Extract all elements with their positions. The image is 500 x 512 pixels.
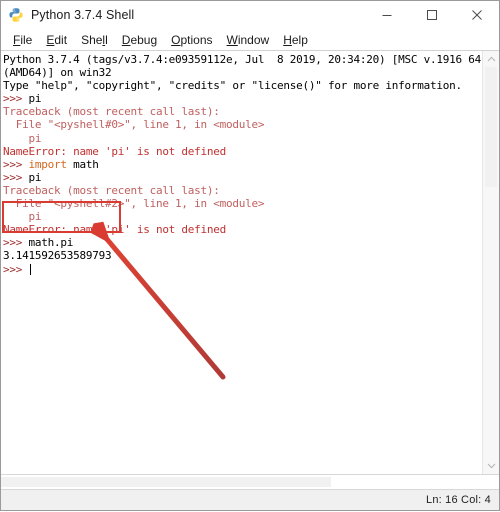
shell-line: Traceback (most recent call last): xyxy=(3,105,482,118)
shell-line: >>> xyxy=(3,263,482,276)
python-shell-window: Python 3.7.4 Shell File Edit Shell Debug Opt xyxy=(0,0,500,511)
shell-text-segment: Traceback (most recent call last): xyxy=(3,183,220,197)
shell-text-segment: pi xyxy=(28,92,42,106)
shell-line: >>> import math xyxy=(3,158,482,171)
python-logo-icon xyxy=(8,7,24,23)
shell-text-segment: NameError: name 'pi' is not defined xyxy=(3,144,227,158)
vertical-scrollbar[interactable] xyxy=(482,51,499,474)
horizontal-scrollbar-thumb[interactable] xyxy=(1,477,331,487)
shell-line: File "<pyshell#0>", line 1, in <module> xyxy=(3,118,482,131)
shell-line: >>> pi xyxy=(3,171,482,184)
close-icon[interactable] xyxy=(454,1,499,29)
menu-accelerator: E xyxy=(46,33,55,47)
menu-item-window[interactable]: Window xyxy=(220,31,277,49)
shell-line: File "<pyshell#2>", line 1, in <module> xyxy=(3,197,482,210)
shell-text-segment: >>> xyxy=(3,236,29,250)
shell-text-segment: File "<pyshell#0>", line 1, in <module> xyxy=(3,118,265,132)
menu-item-shell[interactable]: Shell xyxy=(74,31,115,49)
chevron-up-icon[interactable] xyxy=(483,51,499,67)
vertical-scrollbar-thumb[interactable] xyxy=(485,67,497,187)
shell-line: pi xyxy=(3,210,482,223)
shell-text-segment: pi xyxy=(3,210,42,224)
shell-text-segment: >>> xyxy=(3,262,29,276)
shell-text-segment: >>> xyxy=(3,92,29,106)
shell-line: Traceback (most recent call last): xyxy=(3,184,482,197)
shell-line: pi xyxy=(3,132,482,145)
shell-line: >>> math.pi xyxy=(3,236,482,249)
shell-text-segment: (AMD64)] on win32 xyxy=(3,66,112,80)
menu-accelerator: D xyxy=(121,33,131,47)
shell-line: >>> pi xyxy=(3,92,482,105)
shell-text-output[interactable]: Python 3.7.4 (tags/v3.7.4:e09359112e, Ju… xyxy=(1,51,482,474)
shell-line: (AMD64)] on win32 xyxy=(3,66,482,79)
shell-text-segment: import xyxy=(28,157,68,171)
window-controls xyxy=(364,1,499,29)
menu-item-help[interactable]: Help xyxy=(276,31,315,49)
shell-text-segment: Type "help", "copyright", "credits" or "… xyxy=(3,79,462,93)
shell-text-segment: Traceback (most recent call last): xyxy=(3,105,220,119)
menu-item-options[interactable]: Options xyxy=(164,31,219,49)
shell-line: NameError: name 'pi' is not defined xyxy=(3,223,482,236)
menu-bar: File Edit Shell Debug Options Window Help xyxy=(1,30,499,51)
text-caret xyxy=(29,263,31,275)
maximize-icon[interactable] xyxy=(409,1,454,29)
shell-text-segment: File "<pyshell#2>", line 1, in <module> xyxy=(3,197,265,211)
shell-text-segment: >>> xyxy=(3,170,29,184)
menu-accelerator: W xyxy=(226,33,238,47)
shell-line: NameError: name 'pi' is not defined xyxy=(3,145,482,158)
menu-accelerator: F xyxy=(13,33,21,47)
shell-text-segment: pi xyxy=(3,131,42,145)
menu-item-file[interactable]: File xyxy=(6,31,39,49)
chevron-down-icon[interactable] xyxy=(483,458,499,474)
shell-text-segment: math.pi xyxy=(28,236,74,250)
shell-line: Type "help", "copyright", "credits" or "… xyxy=(3,79,482,92)
shell-text-segment: Python 3.7.4 (tags/v3.7.4:e09359112e, Ju… xyxy=(3,53,482,66)
menu-item-debug[interactable]: Debug xyxy=(115,31,164,49)
menu-item-edit[interactable]: Edit xyxy=(39,31,74,49)
shell-line: Python 3.7.4 (tags/v3.7.4:e09359112e, Ju… xyxy=(3,53,482,66)
menu-accelerator: l xyxy=(102,33,106,47)
menu-accelerator: O xyxy=(171,33,181,47)
shell-text-segment: 3.141592653589793 xyxy=(3,249,112,263)
shell-line: 3.141592653589793 xyxy=(3,249,482,262)
shell-area: Python 3.7.4 (tags/v3.7.4:e09359112e, Ju… xyxy=(1,51,499,474)
shell-text-segment: pi xyxy=(28,170,42,184)
title-bar: Python 3.7.4 Shell xyxy=(1,1,499,30)
window-title: Python 3.7.4 Shell xyxy=(31,8,135,22)
cursor-position-status: Ln: 16 Col: 4 xyxy=(426,494,491,506)
shell-text-segment: >>> xyxy=(3,157,29,171)
menu-accelerator: H xyxy=(283,33,292,47)
status-bar: Ln: 16 Col: 4 xyxy=(1,489,499,510)
minimize-icon[interactable] xyxy=(364,1,409,29)
shell-text-segment: NameError: name 'pi' is not defined xyxy=(3,223,227,237)
horizontal-scrollbar[interactable] xyxy=(1,474,499,489)
shell-text-segment: math xyxy=(66,157,99,171)
